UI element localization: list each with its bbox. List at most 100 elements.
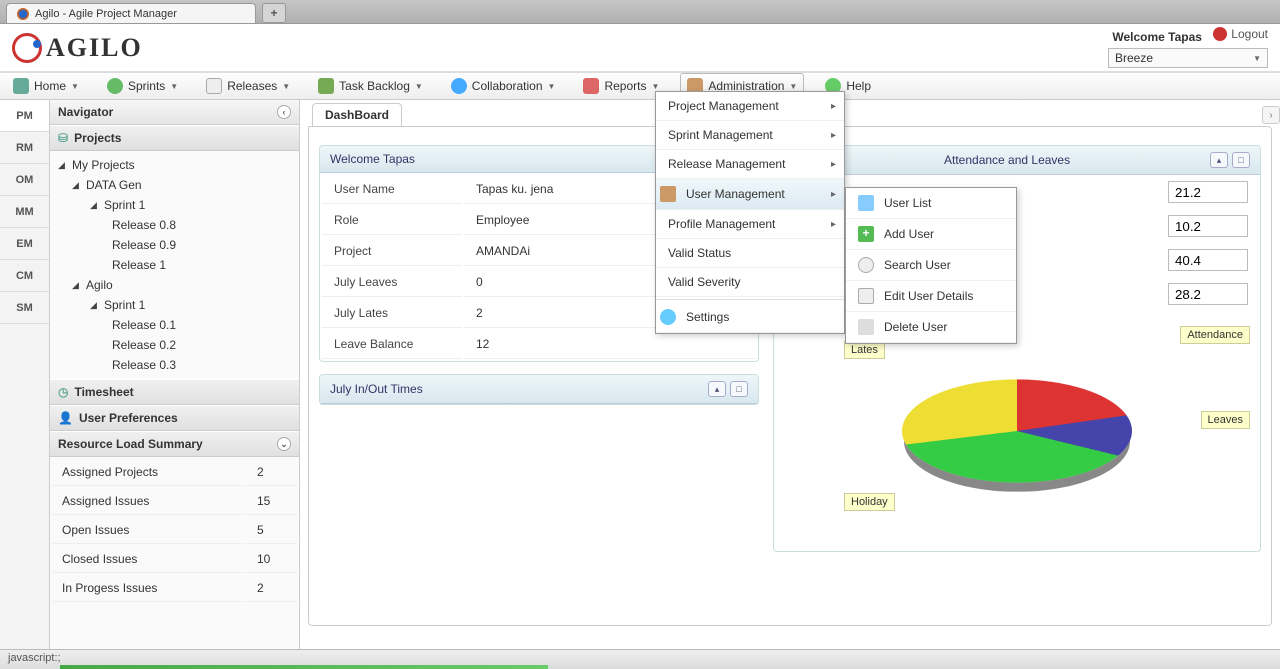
navigator-title: Navigator	[58, 105, 113, 119]
panel-title: Welcome Tapas	[330, 152, 415, 166]
attendance-value-1[interactable]	[1168, 181, 1248, 203]
july-inout-panel: July In/Out Times ▴ □	[319, 374, 759, 405]
favicon-icon	[17, 8, 29, 20]
menu-sprint-management[interactable]: Sprint Management	[656, 121, 844, 150]
menu-valid-severity[interactable]: Valid Severity	[656, 268, 844, 297]
maximize-icon[interactable]: □	[730, 381, 748, 397]
rail-rm[interactable]: RM	[0, 132, 49, 164]
submenu-search-user[interactable]: Search User	[846, 250, 1016, 281]
rail-em[interactable]: EM	[0, 228, 49, 260]
chevron-down-icon: ▼	[415, 82, 423, 91]
clock-icon: ◷	[58, 385, 68, 399]
user-management-submenu: User List +Add User Search User Edit Use…	[845, 187, 1017, 344]
expand-icon: ◢	[72, 280, 82, 291]
tree-release-08[interactable]: Release 0.8	[50, 215, 299, 235]
rail-sm[interactable]: SM	[0, 292, 49, 324]
pie-label-attendance: Attendance	[1180, 326, 1250, 344]
collapse-left-icon[interactable]: ‹	[277, 105, 291, 119]
tree-release-01[interactable]: Release 0.1	[50, 315, 299, 335]
admin-dropdown: Project Management Sprint Management Rel…	[655, 91, 845, 334]
backlog-icon	[318, 78, 334, 94]
pie-label-holiday: Holiday	[844, 493, 895, 511]
pie-chart: Lates Attendance Leaves Holiday	[774, 311, 1260, 551]
submenu-user-list[interactable]: User List	[846, 188, 1016, 219]
tab-dashboard[interactable]: DashBoard	[312, 103, 402, 126]
section-projects[interactable]: ⛁ Projects	[50, 125, 299, 151]
rail-cm[interactable]: CM	[0, 260, 49, 292]
new-tab-button[interactable]: +	[262, 3, 286, 23]
collapse-up-icon[interactable]: ▴	[708, 381, 726, 397]
resource-summary-table: Assigned Projects2 Assigned Issues15 Ope…	[50, 457, 299, 604]
section-resource-load[interactable]: Resource Load Summary ⌄	[50, 431, 299, 457]
table-row: Closed Issues10	[52, 546, 297, 573]
logo-text: AGILO	[46, 33, 143, 63]
logo-icon	[12, 33, 42, 63]
tree-my-projects[interactable]: ◢My Projects	[50, 155, 299, 175]
attendance-value-4[interactable]	[1168, 283, 1248, 305]
home-icon	[13, 78, 29, 94]
logout-icon	[1213, 27, 1227, 41]
tree-sprint1a[interactable]: ◢Sprint 1	[50, 195, 299, 215]
menu-user-management[interactable]: User Management	[656, 179, 844, 210]
attendance-value-2[interactable]	[1168, 215, 1248, 237]
tree-agilo[interactable]: ◢Agilo	[50, 275, 299, 295]
menu-project-management[interactable]: Project Management	[656, 92, 844, 121]
user-icon: 👤	[58, 411, 73, 425]
table-row: Assigned Issues15	[52, 488, 297, 515]
reports-icon	[583, 78, 599, 94]
logout-link[interactable]: Logout	[1213, 27, 1268, 41]
welcome-text: Welcome Tapas	[1112, 30, 1202, 44]
tree-sprint1b[interactable]: ◢Sprint 1	[50, 295, 299, 315]
submenu-edit-user[interactable]: Edit User Details	[846, 281, 1016, 312]
rail-pm[interactable]: PM	[0, 100, 49, 132]
chevron-down-icon: ▼	[282, 82, 290, 91]
tree-release-03[interactable]: Release 0.3	[50, 355, 299, 375]
module-rail: PM RM OM MM EM CM SM	[0, 100, 50, 669]
menu-reports[interactable]: Reports▼	[576, 73, 666, 99]
attendance-value-3[interactable]	[1168, 249, 1248, 271]
folder-icon: ⛁	[58, 131, 68, 145]
browser-tab[interactable]: Agilo - Agile Project Manager	[6, 3, 256, 23]
rail-mm[interactable]: MM	[0, 196, 49, 228]
theme-selector[interactable]: Breeze	[1108, 48, 1268, 68]
submenu-delete-user[interactable]: Delete User	[846, 312, 1016, 343]
tree-release-1[interactable]: Release 1	[50, 255, 299, 275]
search-icon	[858, 257, 874, 273]
settings-icon	[660, 309, 676, 325]
maximize-icon[interactable]: □	[1232, 152, 1250, 168]
chevron-down-icon: ▼	[789, 82, 797, 91]
user-list-icon	[858, 195, 874, 211]
user-mgmt-icon	[660, 186, 676, 202]
collapse-down-icon[interactable]: ⌄	[277, 437, 291, 451]
expand-icon: ◢	[90, 300, 100, 311]
section-userprefs[interactable]: 👤User Preferences	[50, 405, 299, 431]
table-row: In Progess Issues2	[52, 575, 297, 602]
menu-backlog[interactable]: Task Backlog▼	[311, 73, 430, 99]
table-row: Assigned Projects2	[52, 459, 297, 486]
table-row: Open Issues5	[52, 517, 297, 544]
panel-title: Attendance and Leaves	[944, 153, 1070, 167]
tree-release-02[interactable]: Release 0.2	[50, 335, 299, 355]
menu-collaboration[interactable]: Collaboration▼	[444, 73, 563, 99]
submenu-add-user[interactable]: +Add User	[846, 219, 1016, 250]
expand-icon: ◢	[72, 180, 82, 191]
expand-icon: ◢	[58, 160, 68, 171]
menu-releases[interactable]: Releases▼	[199, 73, 297, 99]
collapse-up-icon[interactable]: ▴	[1210, 152, 1228, 168]
section-timesheet[interactable]: ◷Timesheet	[50, 379, 299, 405]
menu-release-management[interactable]: Release Management	[656, 150, 844, 179]
status-text: javascript:;	[8, 652, 61, 664]
add-user-icon: +	[858, 226, 874, 242]
logo: AGILO	[12, 33, 143, 63]
collapse-right-icon[interactable]: ›	[1262, 106, 1280, 124]
tree-datagen[interactable]: ◢DATA Gen	[50, 175, 299, 195]
rail-om[interactable]: OM	[0, 164, 49, 196]
expand-icon: ◢	[90, 200, 100, 211]
menu-settings[interactable]: Settings	[656, 302, 844, 333]
menu-profile-management[interactable]: Profile Management	[656, 210, 844, 239]
menu-sprints[interactable]: Sprints▼	[100, 73, 185, 99]
tree-release-09[interactable]: Release 0.9	[50, 235, 299, 255]
tab-title: Agilo - Agile Project Manager	[35, 8, 177, 20]
menu-home[interactable]: Home▼	[6, 73, 86, 99]
menu-valid-status[interactable]: Valid Status	[656, 239, 844, 268]
